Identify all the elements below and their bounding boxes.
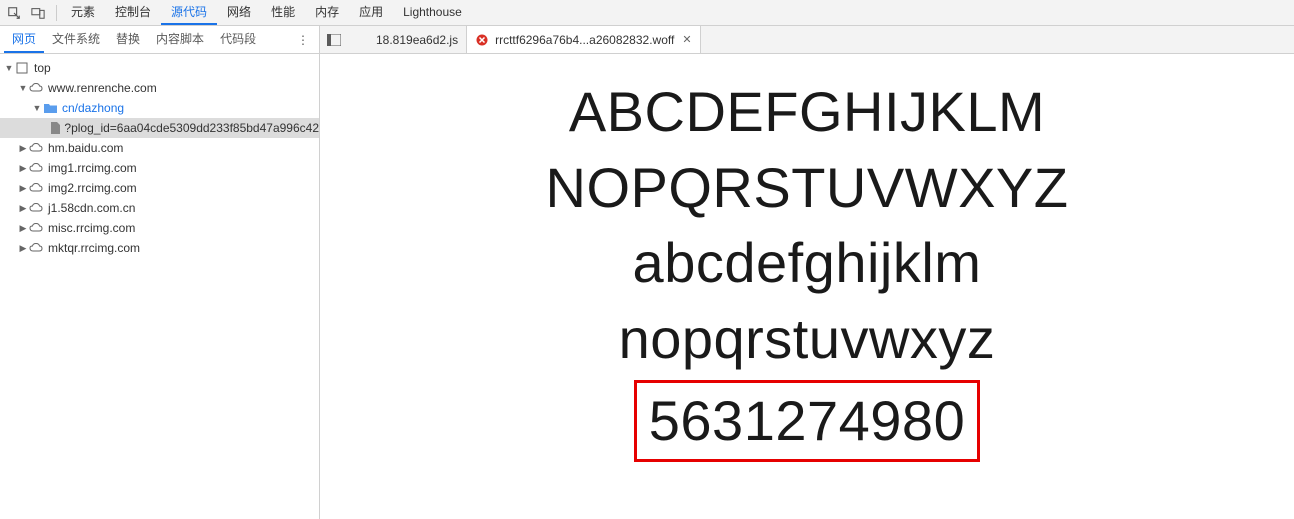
tree-folder[interactable]: ▼ cn/dazhong (0, 98, 319, 118)
sources-sub-tabs: 网页 文件系统 替换 内容脚本 代码段 ⋮ (0, 26, 319, 54)
font-preview-line: NOPQRSTUVWXYZ (546, 150, 1069, 226)
devtools-toolbar: 元素 控制台 源代码 网络 性能 内存 应用 Lighthouse (0, 0, 1294, 26)
chevron-down-icon: ▼ (4, 63, 14, 73)
tree-label: misc.rrcimg.com (48, 221, 135, 235)
tree-label: hm.baidu.com (48, 141, 123, 155)
tab-elements[interactable]: 元素 (61, 0, 105, 25)
file-tab-label: 18.819ea6d2.js (376, 33, 458, 47)
chevron-right-icon: ▶ (18, 183, 28, 194)
font-preview-line: ABCDEFGHIJKLM (546, 74, 1069, 150)
tab-lighthouse[interactable]: Lighthouse (393, 0, 472, 25)
file-tab-label: rrcttf6296a76b4...a26082832.woff (495, 33, 674, 47)
separator (56, 5, 57, 21)
tab-sources[interactable]: 源代码 (161, 0, 217, 25)
chevron-right-icon: ▶ (18, 203, 28, 214)
chevron-down-icon: ▼ (18, 83, 28, 93)
font-preview-line: nopqrstuvwxyz (546, 301, 1069, 377)
js-file-icon (356, 33, 370, 47)
tree-label: img2.rrcimg.com (48, 181, 137, 195)
font-preview-area: ABCDEFGHIJKLM NOPQRSTUVWXYZ abcdefghijkl… (320, 54, 1294, 519)
tree-label: cn/dazhong (62, 101, 124, 115)
font-preview-numbers: 5631274980 (634, 380, 980, 462)
navigator-toggle-icon[interactable] (322, 28, 346, 52)
subtab-content-scripts[interactable]: 内容脚本 (148, 26, 212, 53)
subtab-page[interactable]: 网页 (4, 26, 44, 53)
device-toggle-icon[interactable] (28, 3, 48, 23)
chevron-right-icon: ▶ (18, 243, 28, 254)
cloud-icon (28, 203, 44, 213)
chevron-right-icon: ▶ (18, 223, 28, 234)
cloud-icon (28, 223, 44, 233)
subtab-snippets[interactable]: 代码段 (212, 26, 264, 53)
font-preview-line: abcdefghijklm (546, 225, 1069, 301)
tree-domain[interactable]: ▶ mktqr.rrcimg.com (0, 238, 319, 258)
file-tab-woff[interactable]: rrcttf6296a76b4...a26082832.woff ✕ (467, 26, 700, 53)
more-icon[interactable]: ⋮ (291, 33, 315, 47)
close-icon[interactable]: ✕ (682, 33, 691, 46)
sources-sidebar: 网页 文件系统 替换 内容脚本 代码段 ⋮ ▼ top ▼ www. (0, 26, 320, 519)
tree-label: img1.rrcimg.com (48, 161, 137, 175)
tree-domain[interactable]: ▶ misc.rrcimg.com (0, 218, 319, 238)
cloud-icon (28, 83, 44, 93)
tree-label: www.renrenche.com (48, 81, 157, 95)
tree-domain[interactable]: ▼ www.renrenche.com (0, 78, 319, 98)
tree-domain[interactable]: ▶ hm.baidu.com (0, 138, 319, 158)
folder-icon (42, 103, 58, 114)
tree-label: ?plog_id=6aa04cde5309dd233f85bd47a996c42 (64, 121, 319, 135)
cloud-icon (28, 143, 44, 153)
cloud-icon (28, 183, 44, 193)
tree-root[interactable]: ▼ top (0, 58, 319, 78)
tab-application[interactable]: 应用 (349, 0, 393, 25)
tab-performance[interactable]: 性能 (261, 0, 305, 25)
cloud-icon (28, 243, 44, 253)
frame-icon (14, 62, 30, 74)
chevron-right-icon: ▶ (18, 163, 28, 174)
tree-label: top (34, 61, 51, 75)
chevron-right-icon: ▶ (18, 143, 28, 154)
subtab-filesystem[interactable]: 文件系统 (44, 26, 108, 53)
tree-file[interactable]: ?plog_id=6aa04cde5309dd233f85bd47a996c42 (0, 118, 319, 138)
cloud-icon (28, 163, 44, 173)
tab-memory[interactable]: 内存 (305, 0, 349, 25)
subtab-overrides[interactable]: 替换 (108, 26, 148, 53)
error-icon (475, 33, 489, 47)
chevron-down-icon: ▼ (32, 103, 42, 113)
source-tree[interactable]: ▼ top ▼ www.renrenche.com ▼ cn/ (0, 54, 319, 519)
tab-network[interactable]: 网络 (217, 0, 261, 25)
tree-domain[interactable]: ▶ img2.rrcimg.com (0, 178, 319, 198)
tree-domain[interactable]: ▶ j1.58cdn.com.cn (0, 198, 319, 218)
tree-label: j1.58cdn.com.cn (48, 201, 135, 215)
main-tabs: 元素 控制台 源代码 网络 性能 内存 应用 Lighthouse (61, 0, 472, 25)
file-tabs: 18.819ea6d2.js rrcttf6296a76b4...a260828… (320, 26, 1294, 54)
tree-domain[interactable]: ▶ img1.rrcimg.com (0, 158, 319, 178)
file-icon (50, 122, 60, 134)
font-preview: ABCDEFGHIJKLM NOPQRSTUVWXYZ abcdefghijkl… (546, 74, 1069, 462)
file-tab-js[interactable]: 18.819ea6d2.js (348, 26, 467, 53)
main-area: 网页 文件系统 替换 内容脚本 代码段 ⋮ ▼ top ▼ www. (0, 26, 1294, 519)
tree-label: mktqr.rrcimg.com (48, 241, 140, 255)
tab-console[interactable]: 控制台 (105, 0, 161, 25)
inspect-icon[interactable] (4, 3, 24, 23)
editor-panel: 18.819ea6d2.js rrcttf6296a76b4...a260828… (320, 26, 1294, 519)
